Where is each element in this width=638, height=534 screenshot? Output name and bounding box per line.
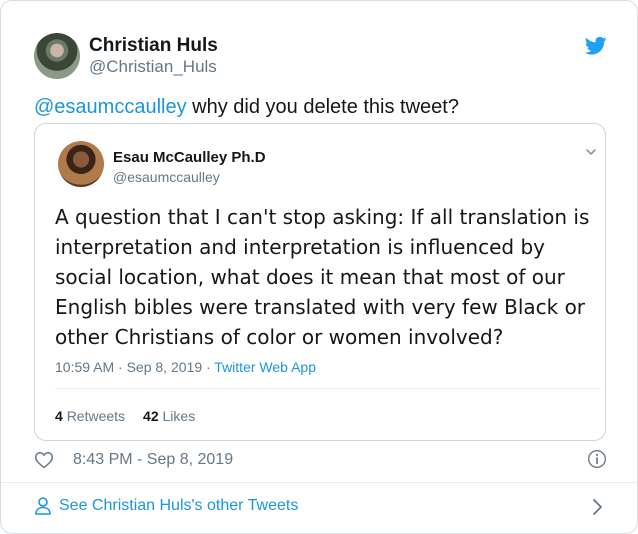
quoted-avatar[interactable] — [58, 141, 104, 187]
likes-stat[interactable]: 42 Likes — [143, 408, 195, 424]
likes-label: Likes — [162, 408, 196, 424]
source-app-link[interactable]: Twitter Web App — [214, 359, 316, 375]
quoted-time[interactable]: 10:59 AM · Sep 8, 2019 · — [55, 359, 214, 375]
quoted-author-handle[interactable]: @esaumccaulley — [113, 169, 220, 185]
tweet-text: @esaumccaulley why did you delete this t… — [34, 96, 459, 119]
quoted-stats: 4 Retweets 42 Likes — [55, 408, 195, 424]
author-name[interactable]: Christian Huls — [89, 35, 218, 57]
tweet-card: Christian Huls @Christian_Huls @esaumcca… — [0, 0, 638, 534]
quoted-divider — [55, 388, 601, 389]
footer-divider — [1, 482, 637, 483]
tweet-timestamp[interactable]: 8:43 PM - Sep 8, 2019 — [73, 451, 233, 469]
chevron-right-icon[interactable] — [591, 498, 603, 516]
avatar[interactable] — [34, 33, 80, 79]
quoted-tweet-meta: 10:59 AM · Sep 8, 2019 · Twitter Web App — [55, 359, 316, 375]
quoted-tweet-text: A question that I can't stop asking: If … — [55, 205, 590, 349]
mention-link[interactable]: @esaumccaulley — [34, 96, 187, 118]
retweets-label: Retweets — [66, 408, 126, 424]
retweets-count: 4 — [55, 408, 63, 424]
twitter-logo-icon[interactable] — [585, 36, 607, 56]
retweets-stat[interactable]: 4 Retweets — [55, 408, 125, 424]
quoted-tweet[interactable]: Esau McCaulley Ph.D @esaumccaulley A que… — [34, 123, 606, 441]
see-other-tweets-link[interactable]: See Christian Huls's other Tweets — [59, 497, 298, 515]
person-icon — [35, 497, 51, 515]
quoted-author-name[interactable]: Esau McCaulley Ph.D — [113, 149, 266, 166]
chevron-down-icon[interactable] — [585, 146, 597, 158]
author-handle[interactable]: @Christian_Huls — [89, 57, 217, 77]
tweet-body: why did you delete this tweet? — [186, 96, 459, 118]
heart-icon[interactable] — [34, 450, 54, 470]
info-icon[interactable] — [587, 449, 607, 469]
likes-count: 42 — [143, 408, 159, 424]
